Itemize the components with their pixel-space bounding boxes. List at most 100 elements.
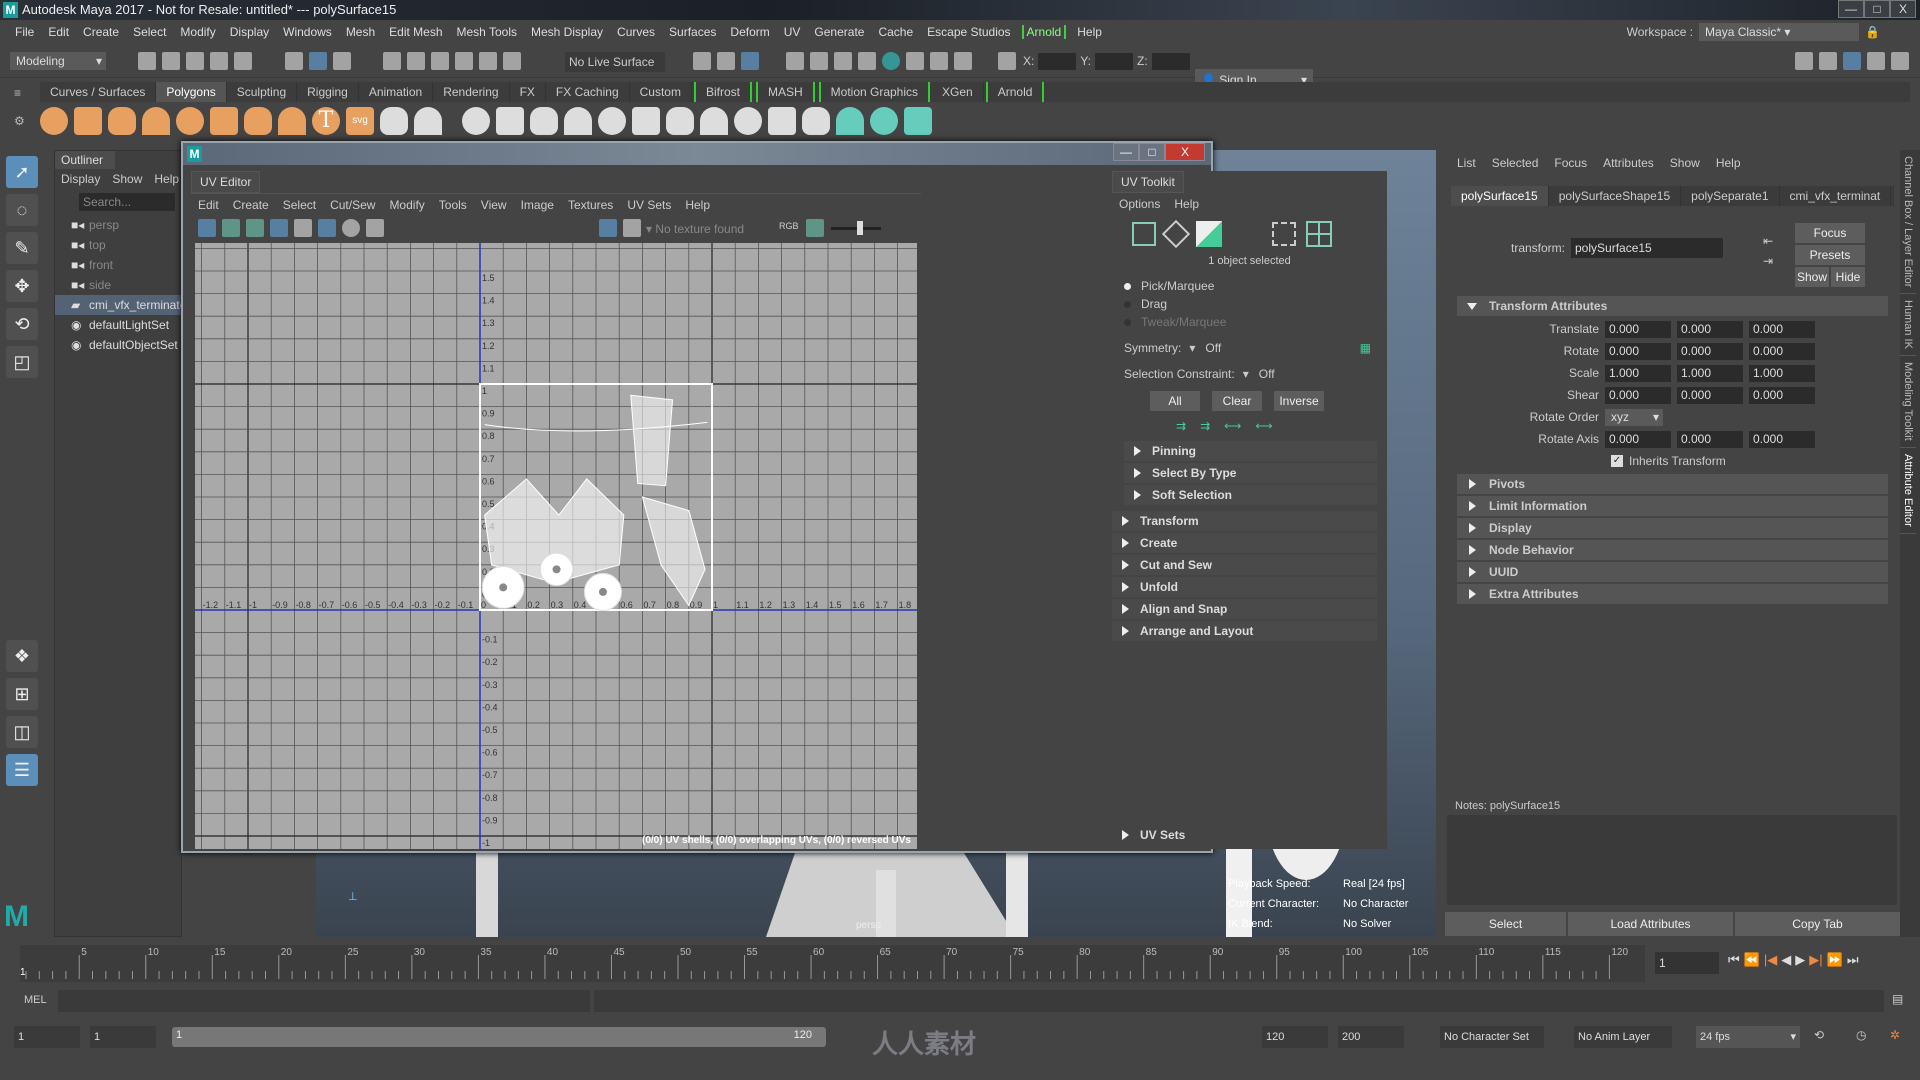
range-slider[interactable]: 1 120 bbox=[172, 1027, 826, 1047]
uv-menu-uv-sets[interactable]: UV Sets bbox=[620, 198, 678, 212]
scale-z-field[interactable]: 1.000 bbox=[1749, 364, 1815, 382]
current-frame-marker[interactable]: 1 bbox=[20, 967, 26, 978]
human-ik-icon[interactable] bbox=[1819, 52, 1837, 70]
grow-loop-icon[interactable]: ⟷ bbox=[1224, 419, 1241, 433]
menu-surfaces[interactable]: Surfaces bbox=[662, 25, 723, 39]
section-soft-selection[interactable]: Soft Selection bbox=[1124, 485, 1377, 505]
uv-shell-icon[interactable] bbox=[198, 219, 216, 237]
automatic-uv-icon[interactable] bbox=[870, 107, 898, 135]
outliner-item[interactable]: ■◂ side bbox=[55, 275, 181, 295]
mode-dropdown[interactable]: Modeling ▾ bbox=[10, 52, 106, 70]
section-pivots[interactable]: Pivots bbox=[1457, 474, 1888, 494]
menu-mesh[interactable]: Mesh bbox=[339, 25, 382, 39]
attribute-editor-icon[interactable] bbox=[1843, 52, 1861, 70]
section-transform[interactable]: Transform bbox=[1112, 511, 1377, 531]
menu-file[interactable]: File bbox=[8, 25, 41, 39]
target-weld-icon[interactable] bbox=[802, 107, 830, 135]
section-select-by-type[interactable]: Select By Type bbox=[1124, 463, 1377, 483]
go-to-start-icon[interactable]: ⏮ bbox=[1728, 952, 1740, 968]
planar-uv-icon[interactable] bbox=[836, 107, 864, 135]
select-component-icon[interactable] bbox=[332, 52, 351, 70]
menu-curves[interactable]: Curves bbox=[610, 25, 662, 39]
snap-live-icon[interactable] bbox=[503, 52, 522, 70]
move-tool-icon[interactable]: ✥ bbox=[6, 270, 38, 302]
menu-windows[interactable]: Windows bbox=[276, 25, 339, 39]
playback-end-field[interactable]: 120 bbox=[1262, 1026, 1328, 1048]
outliner-menu-help[interactable]: Help bbox=[154, 172, 179, 186]
mode-tweak-marquee[interactable]: Tweak/Marquee bbox=[1112, 313, 1387, 331]
shear-y-field[interactable]: 0.000 bbox=[1677, 386, 1743, 404]
poly-sphere-icon[interactable] bbox=[40, 107, 68, 135]
section-node-behavior[interactable]: Node Behavior bbox=[1457, 540, 1888, 560]
lasso-tool-icon[interactable]: ◌ bbox=[6, 194, 38, 226]
focus-input-icon[interactable]: ⇤ bbox=[1763, 234, 1773, 248]
section-uuid[interactable]: UUID bbox=[1457, 562, 1888, 582]
section-display[interactable]: Display bbox=[1457, 518, 1888, 538]
save-scene-icon[interactable] bbox=[186, 52, 204, 70]
select-tool-icon[interactable]: ➚ bbox=[6, 156, 38, 188]
uv-close-button[interactable]: X bbox=[1165, 143, 1205, 161]
uv-editor-tab[interactable]: UV Editor bbox=[191, 171, 261, 193]
outliner-item[interactable]: ■◂ top bbox=[55, 235, 181, 255]
animation-end-field[interactable]: 200 bbox=[1338, 1026, 1404, 1048]
shelf-tab-fx-caching[interactable]: FX Caching bbox=[546, 82, 630, 102]
grow-selection-icon[interactable]: ⇉ bbox=[1200, 419, 1210, 433]
four-view-layout-icon[interactable]: ⊞ bbox=[6, 678, 38, 710]
step-back-key-icon[interactable]: |◀ bbox=[1764, 952, 1777, 968]
ipr-render-icon[interactable] bbox=[833, 52, 852, 70]
uv-toolkit-menu-options[interactable]: Options bbox=[1112, 197, 1167, 211]
go-to-end-icon[interactable]: ⏭ bbox=[1847, 952, 1859, 968]
uv-minimize-button[interactable]: — bbox=[1113, 143, 1139, 161]
side-tab-attribute-editor[interactable]: Attribute Editor bbox=[1900, 448, 1916, 534]
shear-x-field[interactable]: 0.000 bbox=[1605, 386, 1671, 404]
symmetry-toggle-icon[interactable]: ▦ bbox=[1360, 339, 1371, 357]
x-field[interactable] bbox=[1038, 52, 1077, 70]
menu-cache[interactable]: Cache bbox=[871, 25, 920, 39]
menu-help[interactable]: Help bbox=[1070, 25, 1109, 39]
focus-button[interactable]: Focus bbox=[1795, 223, 1865, 243]
hide-button[interactable]: Hide bbox=[1831, 267, 1865, 287]
outliner-item[interactable]: ▰ cmi_vfx_terminator bbox=[55, 295, 181, 315]
snap-view-plane-icon[interactable] bbox=[455, 52, 474, 70]
modeling-toolkit-icon[interactable] bbox=[1795, 52, 1813, 70]
section-transform-attributes[interactable]: Transform Attributes bbox=[1457, 296, 1888, 316]
menu-select[interactable]: Select bbox=[126, 25, 173, 39]
channel-box-icon[interactable] bbox=[1891, 52, 1909, 70]
menu-mesh-display[interactable]: Mesh Display bbox=[524, 25, 610, 39]
menu-deform[interactable]: Deform bbox=[723, 25, 776, 39]
menu-display[interactable]: Display bbox=[223, 25, 276, 39]
anim-layer-dropdown[interactable]: No Anim Layer bbox=[1574, 1026, 1672, 1048]
ae-menu-focus[interactable]: Focus bbox=[1546, 156, 1595, 170]
uv-menu-help[interactable]: Help bbox=[678, 198, 717, 212]
grid-toggle-icon[interactable] bbox=[318, 219, 336, 237]
menu-modify[interactable]: Modify bbox=[173, 25, 222, 39]
close-button[interactable]: X bbox=[1890, 0, 1916, 18]
uv-component-icon[interactable] bbox=[1132, 222, 1156, 246]
mode-pick-marquee[interactable]: Pick/Marquee bbox=[1112, 277, 1387, 295]
node-tab[interactable]: cmi_vfx_terminat bbox=[1780, 186, 1892, 206]
ae-menu-selected[interactable]: Selected bbox=[1484, 156, 1547, 170]
type-icon[interactable]: T bbox=[312, 107, 340, 135]
exposure-slider[interactable] bbox=[831, 221, 881, 235]
shelf-tab-curves-surfaces[interactable]: Curves / Surfaces bbox=[40, 82, 157, 102]
mode-drag[interactable]: Drag bbox=[1112, 295, 1387, 313]
snap-curve-icon[interactable] bbox=[407, 52, 426, 70]
script-editor-icon[interactable]: ▤ bbox=[1892, 992, 1903, 1006]
side-tab-channel-box-layer-editor[interactable]: Channel Box / Layer Editor bbox=[1900, 150, 1916, 295]
rotate-y-field[interactable]: 0.000 bbox=[1677, 342, 1743, 360]
pause-render-icon[interactable] bbox=[953, 52, 972, 70]
poly-torus-icon[interactable] bbox=[210, 107, 238, 135]
poly-cone-icon[interactable] bbox=[142, 107, 170, 135]
copy-tab-button[interactable]: Copy Tab bbox=[1735, 912, 1900, 936]
render-settings-icon[interactable] bbox=[857, 52, 876, 70]
select-button[interactable]: Select bbox=[1445, 912, 1566, 936]
shelf-tab-mash[interactable]: MASH bbox=[755, 82, 815, 102]
loop-icon[interactable]: ⟲ bbox=[1814, 1028, 1824, 1042]
rotate-z-field[interactable]: 0.000 bbox=[1749, 342, 1815, 360]
merge-icon[interactable] bbox=[700, 107, 728, 135]
insert-edge-loop-icon[interactable] bbox=[734, 107, 762, 135]
live-surface-field[interactable]: No Live Surface bbox=[565, 52, 665, 72]
shelf-tab-motion-graphics[interactable]: Motion Graphics bbox=[818, 82, 931, 102]
texture-dropdown[interactable]: ▾ No texture found bbox=[646, 220, 771, 238]
new-scene-icon[interactable] bbox=[138, 52, 156, 70]
